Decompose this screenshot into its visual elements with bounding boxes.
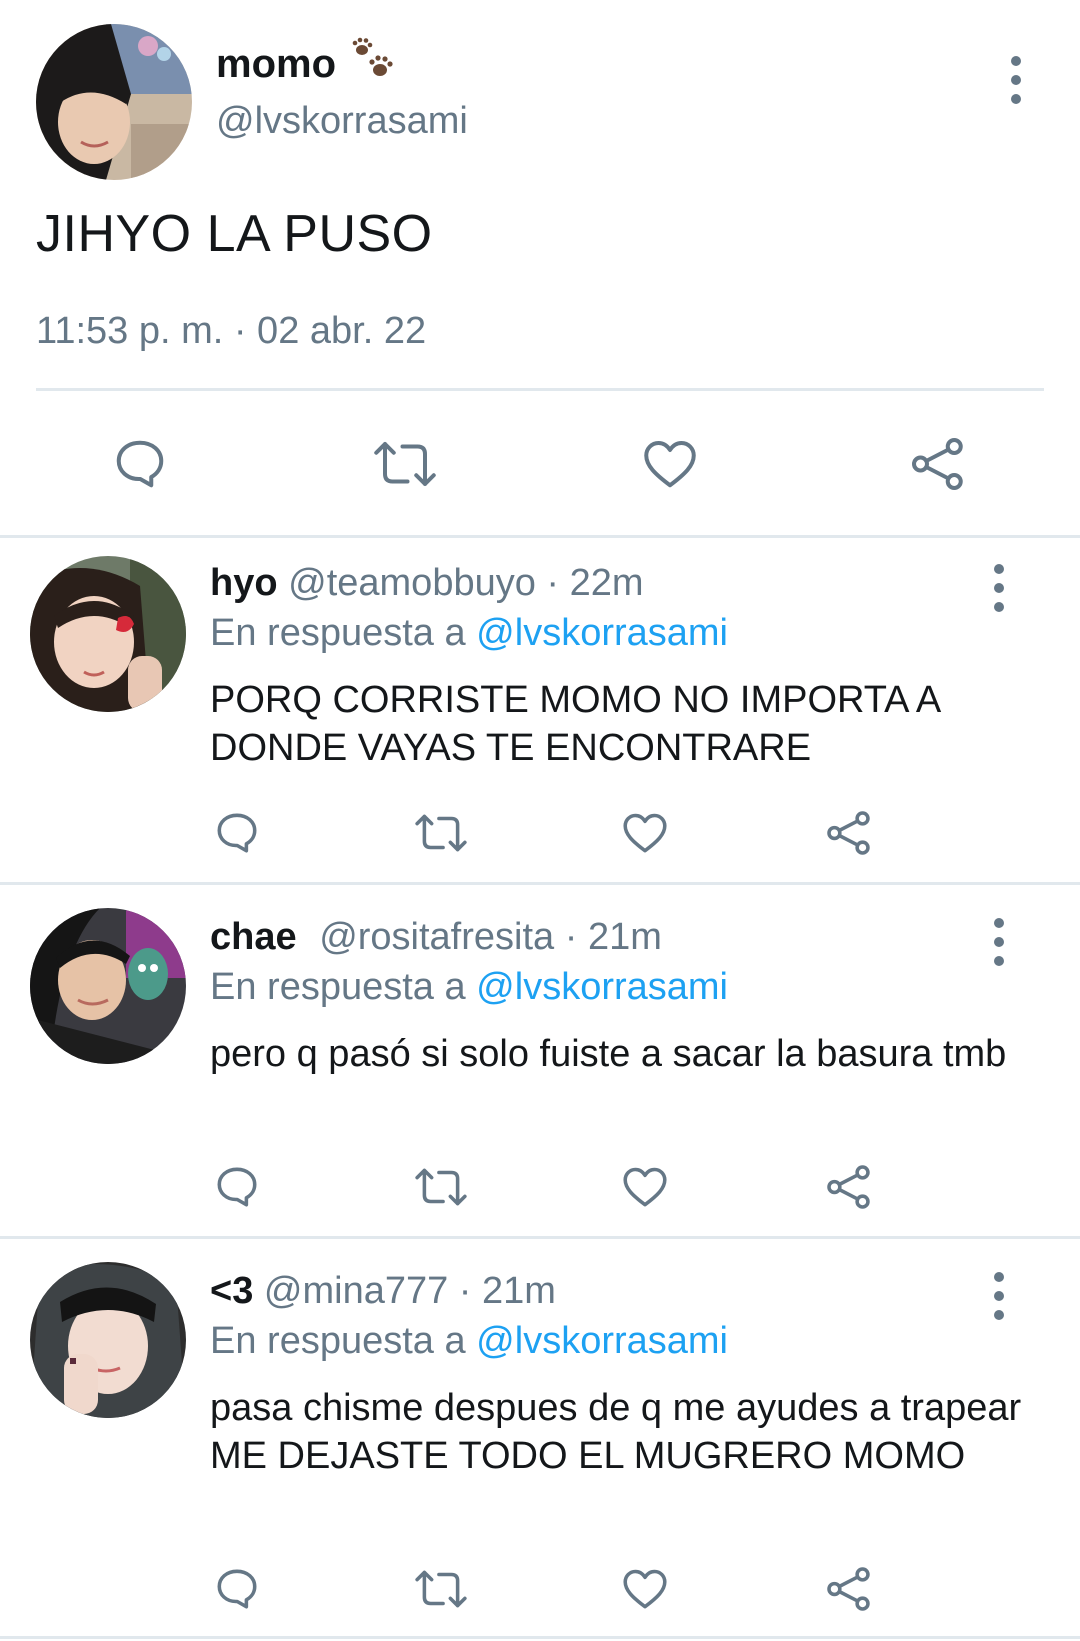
main-tweet-text: JIHYO LA PUSO (36, 205, 433, 263)
main-tweet-avatar[interactable] (36, 24, 192, 180)
divider (0, 535, 1080, 538)
reply-bubble-icon[interactable] (110, 434, 170, 494)
reply-prefix: En respuesta a (210, 612, 477, 654)
heart-icon[interactable] (640, 434, 700, 494)
reply-display-name[interactable]: hyo (210, 562, 278, 604)
reply-display-name[interactable]: <3 (210, 1270, 253, 1312)
reply-avatar[interactable] (30, 556, 186, 712)
reply-display-name[interactable]: chae (210, 916, 297, 958)
divider (0, 1636, 1080, 1639)
heart-icon[interactable] (620, 808, 670, 858)
reply-bubble-icon[interactable] (212, 808, 262, 858)
reply-avatar[interactable] (30, 908, 186, 1064)
retweet-icon[interactable] (414, 1564, 468, 1614)
share-icon[interactable] (824, 1162, 874, 1212)
retweet-icon[interactable] (372, 434, 438, 494)
reply-handle[interactable]: @rositafresita (319, 916, 554, 958)
more-vertical-icon[interactable] (1010, 56, 1022, 104)
reply-text: PORQ CORRISTE MOMO NO IMPORTA A DONDE VA… (210, 679, 940, 769)
reply-avatar[interactable] (30, 1262, 186, 1418)
share-icon[interactable] (908, 434, 968, 494)
reply-time: · 21m (554, 916, 662, 958)
reply-time: · 22m (535, 562, 644, 604)
heart-icon[interactable] (620, 1162, 670, 1212)
main-handle[interactable]: @lvskorrasami (216, 100, 468, 143)
paw-prints-icon (350, 36, 396, 92)
reply-bubble-icon[interactable] (212, 1162, 262, 1212)
reply-mention-link[interactable]: @lvskorrasami (476, 966, 728, 1008)
main-tweet-timestamp[interactable]: 11:53 p. m. · 02 abr. 22 (36, 310, 426, 353)
share-icon[interactable] (824, 1564, 874, 1614)
retweet-icon[interactable] (414, 808, 468, 858)
reply-handle[interactable]: @teamobbuyo (288, 562, 536, 604)
reply-prefix: En respuesta a (210, 966, 477, 1008)
main-display-name[interactable]: momo (216, 36, 396, 92)
reply-header: chae @rositafresita · 21m (210, 916, 662, 959)
reply-prefix: En respuesta a (210, 1320, 477, 1362)
more-vertical-icon[interactable] (993, 1272, 1005, 1320)
reply-text: pasa chisme despues de q me ayudes a tra… (210, 1387, 1022, 1477)
reply-bubble-icon[interactable] (212, 1564, 262, 1614)
reply-context: En respuesta a @lvskorrasami (210, 612, 728, 655)
reply-mention-link[interactable]: @lvskorrasami (476, 1320, 728, 1362)
divider (36, 388, 1044, 391)
share-icon[interactable] (824, 808, 874, 858)
retweet-icon[interactable] (414, 1162, 468, 1212)
reply-mention-link[interactable]: @lvskorrasami (476, 612, 728, 654)
reply-text: pero q pasó si solo fuiste a sacar la ba… (210, 1033, 1007, 1075)
reply-header: <3 @mina777 · 21m (210, 1270, 556, 1313)
heart-icon[interactable] (620, 1564, 670, 1614)
divider (0, 882, 1080, 885)
more-vertical-icon[interactable] (993, 918, 1005, 966)
reply-context: En respuesta a @lvskorrasami (210, 1320, 728, 1363)
display-name-text: momo (216, 41, 336, 86)
reply-context: En respuesta a @lvskorrasami (210, 966, 728, 1009)
divider (0, 1236, 1080, 1239)
reply-time: · 21m (448, 1270, 556, 1312)
more-vertical-icon[interactable] (993, 564, 1005, 612)
reply-header: hyo @teamobbuyo · 22m (210, 562, 644, 605)
reply-handle[interactable]: @mina777 (264, 1270, 448, 1312)
